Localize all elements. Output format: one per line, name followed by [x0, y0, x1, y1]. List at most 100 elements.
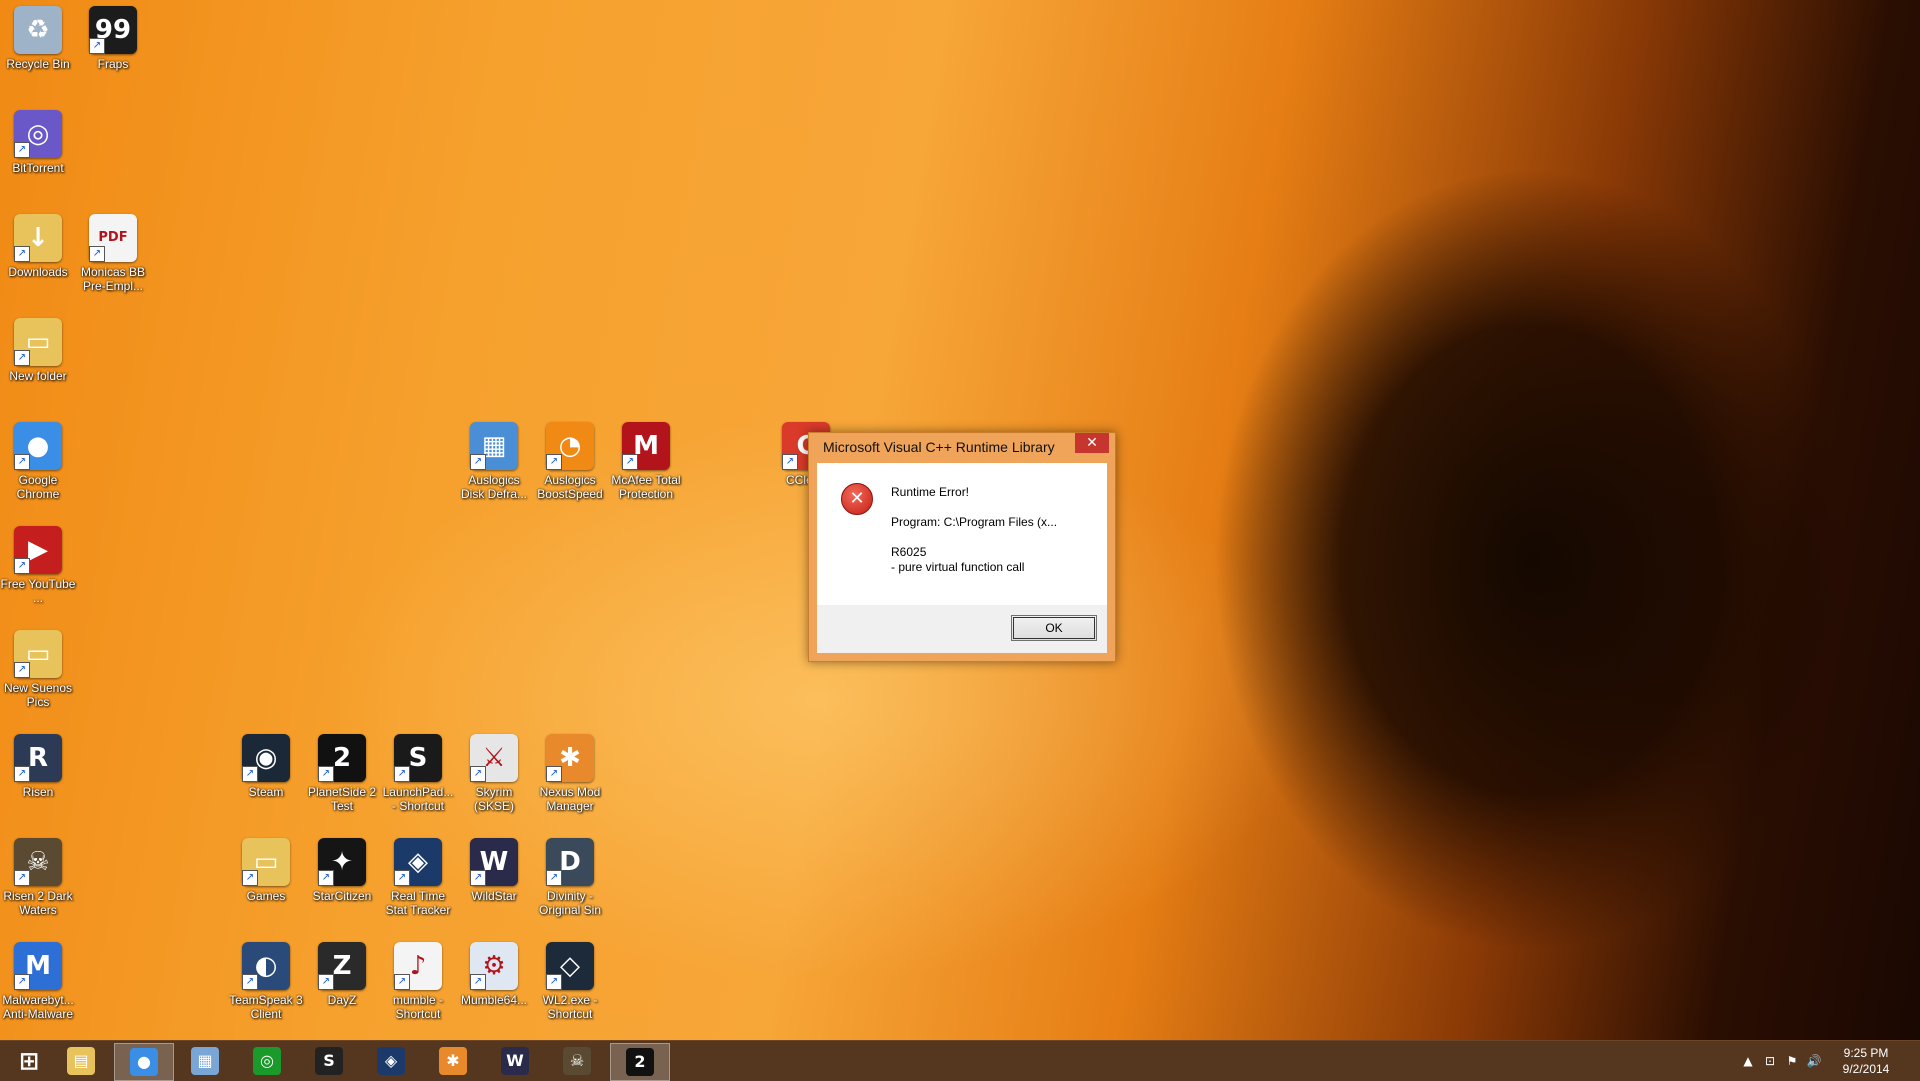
google-chrome-icon: ● ↗: [14, 422, 62, 470]
mcafee-icon: M ↗: [622, 422, 670, 470]
razer-icon: ◎: [253, 1047, 281, 1075]
auslogics-boostspeed-icon: ◔ ↗: [546, 422, 594, 470]
taskbar-calculator[interactable]: ▦: [176, 1043, 234, 1079]
shortcut-arrow-icon: ↗: [14, 142, 30, 158]
desktop-shortcut-new-folder[interactable]: ▭ ↗ New folder: [0, 318, 76, 383]
shortcut-arrow-icon: ↗: [546, 766, 562, 782]
shortcut-arrow-icon: ↗: [89, 246, 105, 262]
clock-date: 9/2/2014: [1842, 1062, 1890, 1076]
volume-icon[interactable]: 🔊: [1806, 1053, 1822, 1069]
shortcut-arrow-icon: ↗: [242, 974, 258, 990]
star-citizen-icon: ✦ ↗: [318, 838, 366, 886]
desktop-shortcut-steam[interactable]: ◉ ↗ Steam: [228, 734, 304, 799]
desktop-shortcut-new-suenos-pics-folder[interactable]: ▭ ↗ New Suenos Pics: [0, 630, 76, 709]
desktop-shortcut-launchpad[interactable]: S ↗ LaunchPad... - Shortcut: [380, 734, 456, 813]
shortcut-arrow-icon: ↗: [782, 454, 798, 470]
desktop-icon-label: Auslogics BoostSpeed: [537, 473, 603, 501]
mumble-shortcut-icon: ♪ ↗: [394, 942, 442, 990]
desktop-icon-label: Monicas BB Pre-Empl...: [80, 265, 146, 293]
desktop-shortcut-wildstar[interactable]: W ↗ WildStar: [456, 838, 532, 903]
shortcut-arrow-icon: ↗: [14, 454, 30, 470]
desktop-shortcut-mumble-shortcut[interactable]: ♪ ↗ mumble - Shortcut: [380, 942, 456, 1021]
error-icon: ✕: [841, 483, 873, 515]
desktop-shortcut-teamspeak[interactable]: ◐ ↗ TeamSpeak 3 Client: [228, 942, 304, 1021]
desktop-icon-label: LaunchPad... - Shortcut: [382, 785, 454, 813]
desktop-shortcut-google-chrome[interactable]: ● ↗ Google Chrome: [0, 422, 76, 501]
taskbar-razer[interactable]: ◎: [238, 1043, 296, 1079]
dayz-icon: Z ↗: [318, 942, 366, 990]
desktop-shortcut-nexus-mod-manager[interactable]: ✱ ↗ Nexus Mod Manager: [532, 734, 608, 813]
pdf-file-icon: PDF ↗: [89, 214, 137, 262]
shortcut-arrow-icon: ↗: [14, 662, 30, 678]
shortcut-arrow-icon: ↗: [546, 974, 562, 990]
tray-chevron-icon[interactable]: ▲: [1740, 1053, 1756, 1069]
desktop-shortcut-star-citizen[interactable]: ✦ ↗ StarCitizen: [304, 838, 380, 903]
taskbar-launchpad[interactable]: S: [300, 1043, 358, 1079]
desktop-shortcut-risen[interactable]: R ↗ Risen: [0, 734, 76, 799]
planetside-2-icon: 2 ↗: [318, 734, 366, 782]
desktop-shortcut-real-time-stat-tracker[interactable]: ◈ ↗ Real Time Stat Tracker: [380, 838, 456, 917]
desktop-shortcut-malwarebytes[interactable]: M ↗ Malwarebyt... Anti-Malware: [0, 942, 76, 1021]
desktop-shortcut-bittorrent[interactable]: ◎ ↗ BitTorrent: [0, 110, 76, 175]
launchpad-icon: S ↗: [394, 734, 442, 782]
desktop-shortcut-free-youtube[interactable]: ▶ ↗ Free YouTube ...: [0, 526, 76, 605]
desktop-shortcut-mcafee[interactable]: M ↗ McAfee Total Protection: [608, 422, 684, 501]
malwarebytes-icon: M ↗: [14, 942, 62, 990]
shortcut-arrow-icon: ↗: [394, 766, 410, 782]
shortcut-arrow-icon: ↗: [470, 766, 486, 782]
desktop-shortcut-divinity[interactable]: D ↗ Divinity - Original Sin: [532, 838, 608, 917]
desktop-icon-label: DayZ: [327, 993, 357, 1007]
taskbar: ⊞ ▤ ● ▦ ◎ S ◈ ✱ W ☠ 2 ▲ ⊡ ⚑ 🔊 9:25 PM 9/2/2014: [0, 1040, 1920, 1081]
taskbar-chrome[interactable]: ●: [114, 1043, 174, 1081]
shortcut-arrow-icon: ↗: [242, 870, 258, 886]
desktop-shortcut-pdf-file[interactable]: PDF ↗ Monicas BB Pre-Empl...: [75, 214, 151, 293]
wildstar-icon: W: [501, 1047, 529, 1075]
risen-2-icon: ☠ ↗: [14, 838, 62, 886]
desktop-shortcut-downloads-folder[interactable]: ↓ ↗ Downloads: [0, 214, 76, 279]
new-suenos-pics-folder-icon: ▭ ↗: [14, 630, 62, 678]
desktop-shortcut-planetside-2[interactable]: 2 ↗ PlanetSide 2 Test: [304, 734, 380, 813]
ok-button[interactable]: OK: [1011, 615, 1097, 641]
desktop-shortcut-risen-2[interactable]: ☠ ↗ Risen 2 Dark Waters: [0, 838, 76, 917]
desktop-shortcut-skyrim[interactable]: ⚔ ↗ Skyrim (SKSE): [456, 734, 532, 813]
desktop-shortcut-dayz[interactable]: Z ↗ DayZ: [304, 942, 380, 1007]
desktop-icon-label: Google Chrome: [16, 473, 60, 501]
desktop-icon-label: PlanetSide 2 Test: [307, 785, 377, 813]
desktop-shortcut-auslogics-boostspeed[interactable]: ◔ ↗ Auslogics BoostSpeed: [532, 422, 608, 501]
dialog-close-button[interactable]: ✕: [1075, 433, 1109, 453]
desktop-icon-label: McAfee Total Protection: [611, 473, 681, 501]
games-folder-icon: ▭ ↗: [242, 838, 290, 886]
taskbar-risen[interactable]: ☠: [548, 1043, 606, 1079]
desktop-shortcut-mumble64[interactable]: ⚙ ↗ Mumble64...: [456, 942, 532, 1007]
desktop-shortcut-games-folder[interactable]: ▭ ↗ Games: [228, 838, 304, 903]
taskbar-wildstar[interactable]: W: [486, 1043, 544, 1079]
taskbar-file-explorer[interactable]: ▤: [52, 1043, 110, 1079]
desktop-shortcut-recycle-bin[interactable]: ♻ Recycle Bin: [0, 6, 76, 71]
shortcut-arrow-icon: ↗: [622, 454, 638, 470]
desktop-icon-label: Nexus Mod Manager: [539, 785, 601, 813]
action-center-flag-icon[interactable]: ⚑: [1784, 1053, 1800, 1069]
error-program-path: Program: C:\Program Files (x...: [891, 515, 1058, 529]
risen-icon: ☠: [563, 1047, 591, 1075]
new-folder-icon: ▭ ↗: [14, 318, 62, 366]
launchpad-icon: S: [315, 1047, 343, 1075]
dialog-title: Microsoft Visual C++ Runtime Library: [823, 439, 1055, 455]
start-button[interactable]: ⊞: [0, 1043, 58, 1079]
network-icon[interactable]: ⊡: [1762, 1053, 1778, 1069]
shortcut-arrow-icon: ↗: [394, 870, 410, 886]
desktop-shortcut-auslogics-defrag[interactable]: ▦ ↗ Auslogics Disk Defra...: [456, 422, 532, 501]
error-heading: Runtime Error!: [891, 485, 970, 499]
desktop-shortcut-wl2[interactable]: ◇ ↗ WL2.exe - Shortcut: [532, 942, 608, 1021]
shortcut-arrow-icon: ↗: [14, 974, 30, 990]
taskbar-stat-tracker[interactable]: ◈: [362, 1043, 420, 1079]
desktop-icon-label: New Suenos Pics: [3, 681, 73, 709]
dialog-footer: OK: [817, 605, 1107, 653]
taskbar-planetside[interactable]: 2: [610, 1043, 670, 1081]
desktop-shortcut-fraps[interactable]: 99 ↗ Fraps: [75, 6, 151, 71]
clock[interactable]: 9:25 PM 9/2/2014: [1826, 1045, 1906, 1077]
shortcut-arrow-icon: ↗: [470, 870, 486, 886]
taskbar-nexus-mod-manager[interactable]: ✱: [424, 1043, 482, 1079]
desktop-icon-label: Free YouTube ...: [0, 577, 76, 605]
dialog-body: ✕ Runtime Error! Program: C:\Program Fil…: [817, 463, 1107, 605]
teamspeak-icon: ◐ ↗: [242, 942, 290, 990]
